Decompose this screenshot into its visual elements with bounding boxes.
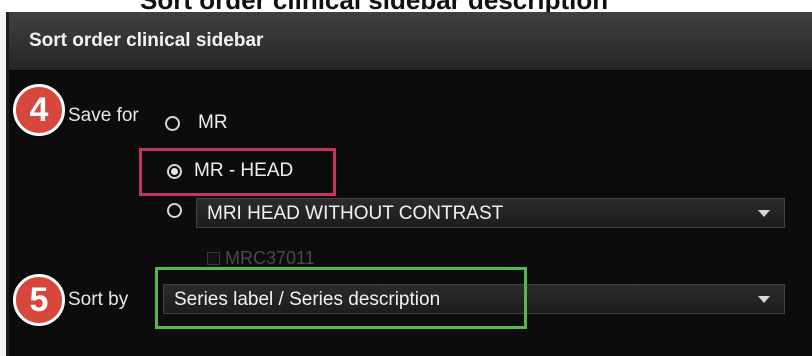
protocol-code-checkbox[interactable]: [207, 252, 220, 265]
protocol-code-label: MRC37011: [225, 248, 315, 268]
radio-mr-head-label: MR - HEAD: [194, 160, 294, 181]
radio-option-mr[interactable]: MR: [165, 112, 228, 134]
dialog-titlebar: Sort order clinical sidebar: [9, 12, 812, 71]
chevron-down-icon: [758, 296, 770, 303]
radio-mr-head[interactable]: [167, 163, 182, 179]
protocol-code-checkbox-row[interactable]: MRC37011: [207, 248, 315, 269]
radio-option-mr-head[interactable]: MR - HEAD: [167, 160, 293, 182]
chevron-down-icon: [758, 210, 770, 217]
step-badge-5: 5: [13, 274, 65, 326]
step-number: 5: [29, 280, 49, 319]
protocol-dropdown[interactable]: MRI HEAD WITHOUT CONTRAST: [196, 198, 785, 228]
sort-by-label: Sort by: [68, 289, 129, 310]
radio-mr[interactable]: [165, 115, 180, 131]
radio-protocol[interactable]: [167, 203, 182, 218]
page-heading-text: Sort order clinical sidebar description: [140, 0, 608, 12]
dialog-title: Sort order clinical sidebar: [29, 30, 264, 51]
step-badge-4: 4: [13, 84, 65, 136]
save-for-label: Save for: [68, 105, 139, 126]
highlight-box-green: [155, 267, 527, 329]
sort-order-dialog: Sort order clinical sidebar 4 Save for M…: [6, 12, 812, 356]
radio-mr-label: MR: [198, 112, 228, 133]
radio-option-protocol[interactable]: [167, 203, 182, 218]
protocol-dropdown-value: MRI HEAD WITHOUT CONTRAST: [207, 203, 504, 224]
step-number: 4: [29, 90, 49, 129]
page-heading-cut: Sort order clinical sidebar description: [0, 0, 812, 12]
